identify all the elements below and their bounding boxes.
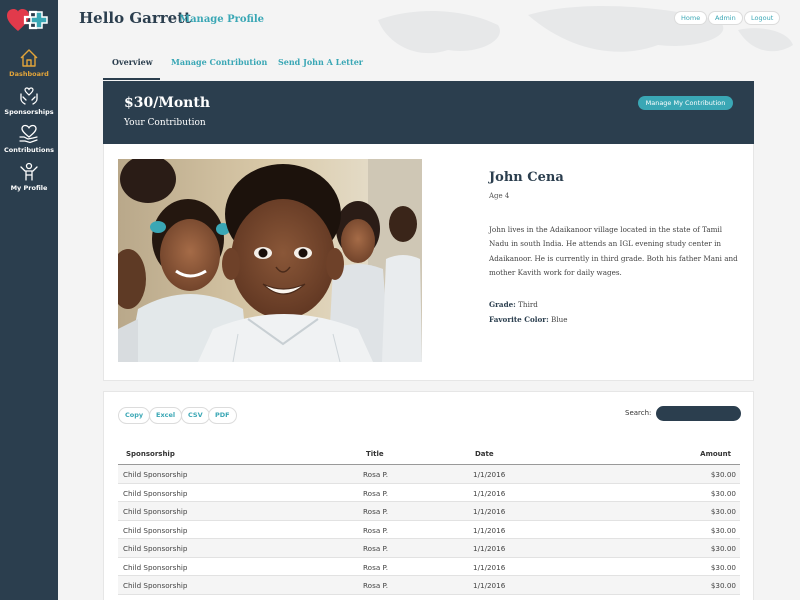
sidebar-item-label: My Profile — [10, 184, 48, 192]
admin-button[interactable]: Admin — [708, 11, 743, 25]
cell-date: 1/1/2016 — [473, 562, 506, 572]
sidebar: Dashboard Sponsorships Contributions My … — [0, 0, 58, 600]
cell-amount: $30.00 — [710, 562, 736, 572]
sidebar-item-label: Contributions — [4, 146, 54, 154]
cell-title: Rosa P. — [363, 525, 388, 535]
copy-button[interactable]: Copy — [118, 407, 151, 424]
cell-amount: $30.00 — [710, 525, 736, 535]
cell-sponsorship: Child Sponsorship — [123, 488, 188, 498]
page-title: Hello Garrett — [79, 9, 192, 27]
sidebar-item-my-profile[interactable]: My Profile — [0, 162, 58, 192]
contribution-banner: $30/Month Your Contribution Manage My Co… — [103, 81, 754, 144]
manage-contribution-button[interactable]: Manage My Contribution — [638, 96, 733, 110]
sidebar-item-label: Dashboard — [9, 70, 49, 78]
search-label: Search: — [625, 409, 652, 417]
cell-date: 1/1/2016 — [473, 488, 506, 498]
cell-date: 1/1/2016 — [473, 470, 506, 479]
hands-heart-icon — [20, 87, 38, 105]
csv-button[interactable]: CSV — [181, 407, 210, 424]
house-icon — [20, 49, 38, 67]
column-header-title[interactable]: Title — [366, 450, 384, 458]
favorite-color-value: Blue — [551, 315, 568, 324]
cell-title: Rosa P. — [363, 544, 388, 553]
child-photo — [118, 159, 422, 362]
excel-button[interactable]: Excel — [149, 407, 183, 424]
cell-amount: $30.00 — [710, 507, 736, 516]
table-row[interactable]: Child Sponsorship Rosa P. 1/1/2016 $30.0… — [118, 558, 740, 576]
cell-amount: $30.00 — [710, 470, 736, 479]
table-row[interactable]: Child Sponsorship Rosa P. 1/1/2016 $30.0… — [118, 521, 740, 539]
child-name: John Cena — [489, 170, 564, 185]
cell-sponsorship: Child Sponsorship — [123, 470, 188, 479]
table-row[interactable]: Child Sponsorship Rosa P. 1/1/2016 $30.0… — [118, 465, 740, 484]
active-tab-indicator — [103, 78, 160, 80]
cell-title: Rosa P. — [363, 507, 388, 516]
favorite-color-label: Favorite Color: — [489, 315, 549, 324]
cell-title: Rosa P. — [363, 488, 388, 498]
cell-sponsorship: Child Sponsorship — [123, 562, 188, 572]
table-row[interactable]: Child Sponsorship Rosa P. 1/1/2016 $30.0… — [118, 484, 740, 502]
cell-amount: $30.00 — [710, 488, 736, 498]
home-button[interactable]: Home — [674, 11, 708, 25]
tab-manage-contribution[interactable]: Manage Contribution — [171, 57, 267, 67]
cell-date: 1/1/2016 — [473, 507, 506, 516]
grade-label: Grade: — [489, 300, 516, 309]
child-favorite-color: Favorite Color: Blue — [489, 315, 568, 324]
cell-title: Rosa P. — [363, 581, 388, 590]
cell-amount: $30.00 — [710, 581, 736, 590]
child-grade: Grade: Third — [489, 300, 538, 309]
table-row[interactable]: Child Sponsorship Rosa P. 1/1/2016 $30.0… — [118, 502, 740, 521]
grade-value: Third — [518, 300, 538, 309]
contributions-table-card: Copy Excel CSV PDF Search: Sponsorship T… — [103, 391, 754, 600]
cell-sponsorship: Child Sponsorship — [123, 581, 188, 590]
cell-date: 1/1/2016 — [473, 525, 506, 535]
sidebar-item-contributions[interactable]: Contributions — [0, 124, 58, 154]
tab-send-letter[interactable]: Send John A Letter — [278, 57, 363, 67]
cell-sponsorship: Child Sponsorship — [123, 525, 188, 535]
heart-hand-icon — [19, 124, 38, 144]
manage-profile-link[interactable]: Manage Profile — [179, 14, 264, 25]
table-row[interactable]: Child Sponsorship Rosa P. 1/1/2016 $30.0… — [118, 576, 740, 595]
cell-sponsorship: Child Sponsorship — [123, 507, 188, 516]
child-bio: John lives in the Adaikanoor village loc… — [489, 225, 738, 277]
sidebar-item-dashboard[interactable]: Dashboard — [0, 48, 58, 78]
contribution-label: Your Contribution — [124, 118, 206, 128]
sidebar-item-label: Sponsorships — [4, 108, 54, 116]
sidebar-item-sponsorships[interactable]: Sponsorships — [0, 86, 58, 116]
child-profile-card: John Cena Age 4 John lives in the Adaika… — [103, 144, 754, 381]
table-row[interactable]: Child Sponsorship Rosa P. 1/1/2016 $30.0… — [118, 539, 740, 558]
cell-date: 1/1/2016 — [473, 581, 506, 590]
column-header-sponsorship[interactable]: Sponsorship — [126, 450, 175, 458]
cell-sponsorship: Child Sponsorship — [123, 544, 188, 553]
header: Hello Garrett Manage Profile Home Admin … — [58, 0, 800, 54]
tab-overview[interactable]: Overview — [112, 57, 153, 67]
search-input[interactable] — [656, 406, 741, 421]
column-header-date[interactable]: Date — [475, 450, 494, 458]
logo[interactable] — [7, 8, 51, 34]
column-header-amount[interactable]: Amount — [700, 450, 731, 458]
logout-button[interactable]: Logout — [744, 11, 781, 25]
person-icon — [20, 162, 38, 181]
cell-title: Rosa P. — [363, 562, 388, 572]
contribution-amount: $30/Month — [124, 95, 210, 111]
cell-date: 1/1/2016 — [473, 544, 506, 553]
cell-title: Rosa P. — [363, 470, 388, 479]
cell-amount: $30.00 — [710, 544, 736, 553]
pdf-button[interactable]: PDF — [208, 407, 237, 424]
child-age: Age 4 — [489, 192, 510, 200]
